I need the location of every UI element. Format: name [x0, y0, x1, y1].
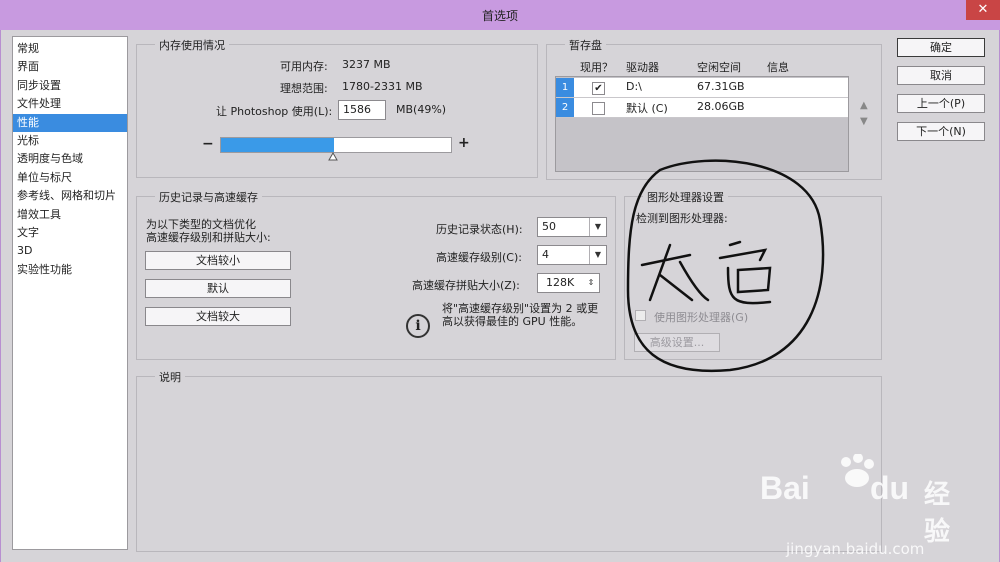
memory-unit-label: MB(49%)	[396, 103, 447, 116]
plus-icon[interactable]: +	[458, 135, 470, 151]
photoshop-use-label: 让 Photoshop 使用(L):	[216, 105, 333, 118]
history-legend: 历史记录与高速缓存	[155, 189, 262, 205]
previous-button[interactable]: 上一个(P)	[897, 94, 985, 113]
sidebar-item-cursors[interactable]: 光标	[13, 132, 127, 150]
tile-size-label: 高速缓存拼贴大小(Z):	[412, 279, 520, 292]
memory-legend: 内存使用情况	[155, 37, 229, 53]
scratch-legend: 暂存盘	[565, 37, 606, 53]
gpu-note-line2: 高以获得最佳的 GPU 性能。	[442, 315, 583, 328]
close-icon: ✕	[977, 2, 989, 17]
sidebar-item-sync[interactable]: 同步设置	[13, 77, 127, 95]
history-states-value: 50	[542, 220, 556, 233]
sidebar-item-general[interactable]: 常规	[13, 40, 127, 58]
table-row[interactable]: 1 ✔ D:\ 67.31GB	[556, 78, 848, 98]
chevron-down-icon: ▼	[589, 218, 606, 236]
watermark-bai: Bai	[760, 470, 810, 506]
sidebar-item-plugins[interactable]: 增效工具	[13, 206, 127, 224]
window-title: 首选项	[481, 9, 518, 23]
history-states-label: 历史记录状态(H):	[436, 223, 523, 236]
memory-slider[interactable]	[220, 137, 452, 153]
sidebar-item-performance[interactable]: 性能	[13, 113, 127, 132]
sidebar-item-3d[interactable]: 3D	[13, 242, 127, 260]
small-documents-button[interactable]: 文档较小	[145, 251, 291, 270]
hand-drawn-annotation	[626, 159, 825, 373]
move-down-icon[interactable]: ▼	[860, 116, 868, 127]
tile-size-value: 128K	[546, 276, 575, 289]
row-number: 2	[556, 98, 574, 117]
default-button[interactable]: 默认	[145, 279, 291, 298]
free-space-cell: 67.31GB	[697, 80, 745, 93]
chevron-down-icon: ▼	[589, 246, 606, 264]
optimize-label-line2: 高速缓存级别和拼贴大小:	[146, 231, 271, 244]
info-icon: i	[406, 314, 430, 338]
free-space-cell: 28.06GB	[697, 100, 745, 113]
slider-handle-icon[interactable]	[328, 152, 338, 161]
history-states-select[interactable]: 50 ▼	[537, 217, 607, 237]
sidebar-item-guides[interactable]: 参考线、网格和切片	[13, 187, 127, 205]
row-number: 1	[556, 78, 574, 97]
available-memory-label: 可用内存:	[280, 60, 328, 73]
watermark-url: jingyan.baidu.com	[786, 540, 925, 558]
description-panel: 说明	[136, 369, 882, 552]
ideal-range-label: 理想范围:	[280, 82, 328, 95]
sidebar-item-transparency[interactable]: 透明度与色域	[13, 150, 127, 168]
category-list: 常规 界面 同步设置 文件处理 性能 光标 透明度与色域 单位与标尺 参考线、网…	[12, 36, 128, 550]
tile-size-select[interactable]: 128K ⇕	[537, 273, 600, 293]
minus-icon[interactable]: −	[202, 136, 214, 152]
cache-levels-select[interactable]: 4 ▼	[537, 245, 607, 265]
drive-cell: 默认 (C)	[626, 102, 668, 115]
large-documents-button[interactable]: 文档较大	[145, 307, 291, 326]
cache-levels-label: 高速缓存级别(C):	[436, 251, 522, 264]
watermark-jingyan: 经验	[924, 480, 951, 547]
ok-button[interactable]: 确定	[897, 38, 985, 57]
col-info-header: 信息	[767, 61, 789, 74]
col-free-header: 空闲空间	[697, 61, 741, 74]
memory-slider-fill	[221, 138, 334, 152]
stepper-icon: ⇕	[587, 278, 595, 287]
sidebar-item-experimental[interactable]: 实验性功能	[13, 261, 127, 279]
table-row[interactable]: 2 默认 (C) 28.06GB	[556, 98, 848, 118]
title-bar: 首选项 ✕	[0, 0, 1000, 31]
active-checkbox[interactable]	[592, 102, 605, 115]
close-button[interactable]: ✕	[966, 0, 1000, 20]
sidebar-item-units[interactable]: 单位与标尺	[13, 169, 127, 187]
memory-input[interactable]: 1586	[338, 100, 386, 120]
description-legend: 说明	[155, 369, 185, 385]
col-drive-header: 驱动器	[626, 61, 659, 74]
drive-cell: D:\	[626, 80, 642, 93]
watermark-du: du	[870, 470, 910, 506]
col-active-header: 现用？	[580, 61, 613, 74]
available-memory-value: 3237 MB	[342, 58, 391, 71]
move-up-icon[interactable]: ▲	[860, 100, 868, 111]
sidebar-item-type[interactable]: 文字	[13, 224, 127, 242]
sidebar-item-interface[interactable]: 界面	[13, 58, 127, 76]
active-checkbox[interactable]: ✔	[592, 82, 605, 95]
ideal-range-value: 1780-2331 MB	[342, 80, 423, 93]
sidebar-item-file-handling[interactable]: 文件处理	[13, 95, 127, 113]
next-button[interactable]: 下一个(N)	[897, 122, 985, 141]
cache-levels-value: 4	[542, 248, 549, 261]
cancel-button[interactable]: 取消	[897, 66, 985, 85]
